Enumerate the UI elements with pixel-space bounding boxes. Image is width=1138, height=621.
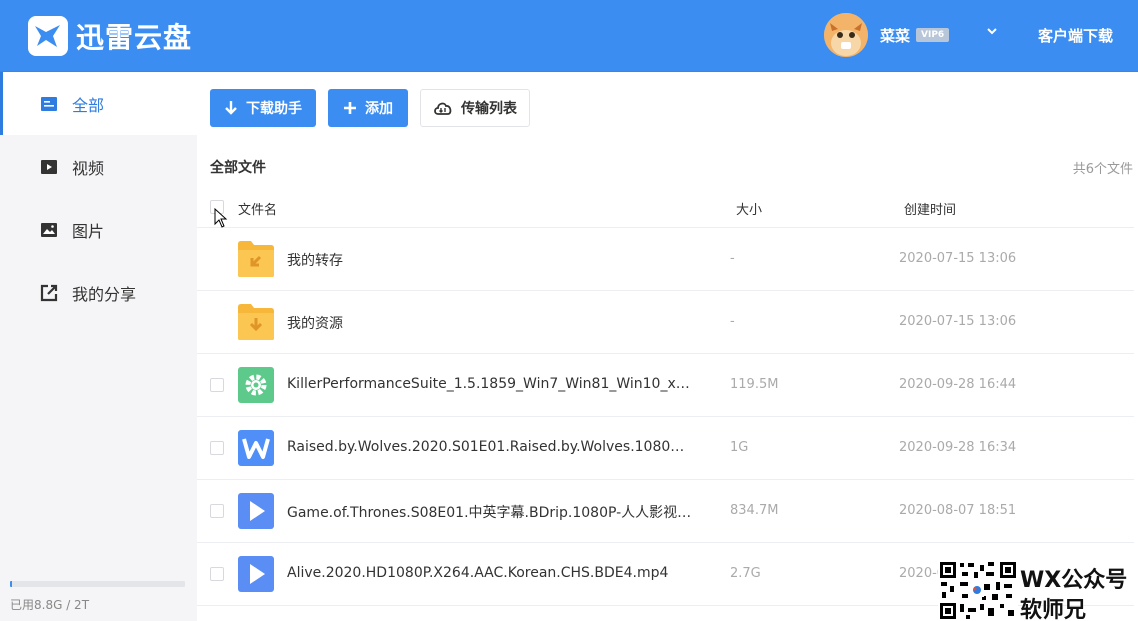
file-size: 2.7G	[730, 566, 761, 581]
app-logo[interactable]: 迅雷云盘	[28, 16, 192, 56]
add-label: 添加	[365, 101, 393, 117]
video-icon	[40, 158, 58, 176]
sidebar-item-image[interactable]: 图片	[0, 198, 197, 261]
wechat-watermark: WX公众号 软师兄	[935, 560, 1138, 621]
sidebar-item-label: 图片	[72, 221, 105, 241]
column-header-size[interactable]: 大小	[736, 199, 762, 218]
client-download-link[interactable]: 客户端下载	[1038, 25, 1113, 46]
video-file-icon	[238, 555, 274, 593]
table-row[interactable]: Game.of.Thrones.S08E01.中英字幕.BDrip.1080P-…	[197, 480, 1134, 543]
file-created-time: 2020-07-15 13:06	[899, 314, 1017, 329]
sidebar-item-label: 视频	[72, 158, 105, 178]
video-file-icon	[238, 492, 274, 530]
app-name: 迅雷云盘	[76, 21, 193, 54]
file-size: -	[730, 251, 735, 266]
file-size: 1G	[730, 440, 749, 455]
watermark-line-1: WX公众号	[1020, 568, 1128, 593]
column-header-name[interactable]: 文件名	[238, 199, 277, 218]
column-header-created[interactable]: 创建时间	[904, 199, 956, 218]
sidebar-item-video[interactable]: 视频	[0, 135, 197, 198]
storage-usage-text: 已用8.8G / 2T	[10, 598, 90, 612]
folder-resource-icon	[238, 303, 274, 341]
table-row[interactable]: KillerPerformanceSuite_1.5.1859_Win7_Win…	[197, 354, 1134, 417]
file-name[interactable]: KillerPerformanceSuite_1.5.1859_Win7_Win…	[287, 376, 692, 392]
table-row[interactable]: 我的转存 - 2020-07-15 13:06	[197, 228, 1134, 291]
table-row[interactable]: 我的资源 - 2020-07-15 13:06	[197, 291, 1134, 354]
file-created-time: 2020-09-28 16:34	[899, 440, 1017, 455]
file-count: 共6个文件	[1072, 162, 1133, 177]
top-header: 迅雷云盘 菜菜 VIP6 客户端下载	[0, 0, 1138, 72]
image-icon	[40, 221, 58, 239]
sidebar: 全部 视频 图片 我的分享	[0, 72, 197, 621]
add-button[interactable]: 添加	[328, 89, 408, 127]
qr-code-icon	[938, 560, 1018, 621]
user-avatar[interactable]	[824, 13, 868, 57]
plus-icon	[343, 101, 357, 115]
download-helper-button[interactable]: 下载助手	[210, 89, 316, 127]
sidebar-item-all[interactable]: 全部	[0, 72, 197, 135]
row-checkbox[interactable]	[210, 441, 224, 455]
table-row[interactable]: Raised.by.Wolves.2020.S01E01.Raised.by.W…	[197, 417, 1134, 480]
sidebar-item-label: 全部	[72, 95, 105, 115]
file-name[interactable]: Alive.2020.HD1080P.X264.AAC.Korean.CHS.B…	[287, 565, 668, 581]
file-name[interactable]: Raised.by.Wolves.2020.S01E01.Raised.by.W…	[287, 439, 692, 455]
vip-badge: VIP6	[916, 28, 950, 42]
file-size: 834.7M	[730, 503, 779, 518]
username[interactable]: 菜菜	[880, 25, 910, 46]
transfer-list-button[interactable]: 传输列表	[420, 89, 530, 127]
storage-usage-bar	[10, 581, 185, 587]
watermark-line-2: 软师兄	[1020, 598, 1087, 621]
row-checkbox[interactable]	[210, 504, 224, 518]
file-name[interactable]: 我的资源	[287, 313, 343, 333]
word-file-icon	[238, 429, 274, 467]
share-icon	[40, 284, 58, 302]
sidebar-item-my-shares[interactable]: 我的分享	[0, 261, 197, 324]
chevron-down-icon[interactable]	[984, 23, 1000, 39]
arrow-down-icon	[224, 100, 238, 116]
storage-usage-fill	[10, 581, 12, 587]
section-title: 全部文件	[210, 160, 266, 176]
transfer-list-label: 传输列表	[461, 101, 517, 117]
row-checkbox[interactable]	[210, 378, 224, 392]
mouse-cursor-icon	[214, 207, 228, 228]
exe-file-icon	[238, 366, 274, 404]
file-table-header: 文件名 大小 创建时间	[197, 186, 1134, 228]
file-created-time: 2020-09-28 16:44	[899, 377, 1017, 392]
download-helper-label: 下载助手	[246, 101, 302, 117]
file-size: 119.5M	[730, 377, 779, 392]
folder-transfer-icon	[238, 240, 274, 278]
file-created-time: 2020-08-07 18:51	[899, 503, 1017, 518]
cloud-transfer-icon	[433, 100, 453, 116]
thunder-bird-logo-icon	[28, 16, 68, 56]
all-files-icon	[40, 95, 58, 113]
sidebar-item-label: 我的分享	[72, 284, 137, 304]
file-name[interactable]: 我的转存	[287, 250, 343, 270]
row-checkbox[interactable]	[210, 567, 224, 581]
file-created-time: 2020-07-15 13:06	[899, 251, 1017, 266]
file-size: -	[730, 314, 735, 329]
file-name[interactable]: Game.of.Thrones.S08E01.中英字幕.BDrip.1080P-…	[287, 502, 692, 522]
